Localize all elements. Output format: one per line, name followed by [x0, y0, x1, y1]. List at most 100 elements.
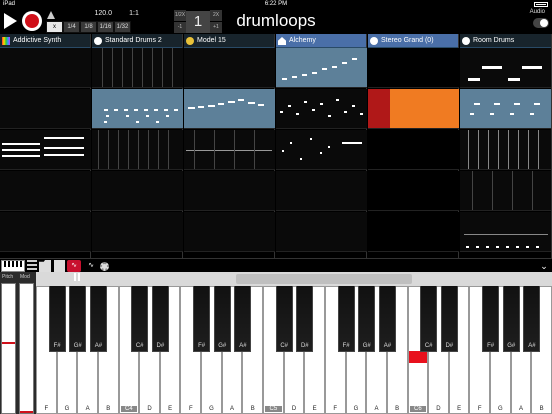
clip-slot[interactable] [460, 212, 551, 252]
keyboard-scroll-strip[interactable] [36, 272, 552, 286]
key-label: F# [342, 343, 350, 349]
clip-slot[interactable] [0, 130, 91, 170]
automation-icon[interactable]: ∿ [84, 260, 98, 272]
black-key[interactable]: A# [378, 286, 396, 352]
mixer-icon[interactable] [27, 260, 37, 272]
black-key[interactable]: G# [213, 286, 231, 352]
track-name: Standard Drums 2 [105, 37, 162, 44]
clip-notes [92, 89, 183, 128]
waveform-icon[interactable]: ∿ [67, 260, 81, 272]
key-label: D# [445, 343, 454, 349]
track-header[interactable]: Standard Drums 2 [92, 34, 182, 48]
clip-slot[interactable] [368, 171, 459, 211]
clip-slot[interactable] [276, 171, 367, 211]
clip-slot[interactable] [92, 212, 183, 252]
clip-slot[interactable] [184, 48, 275, 88]
black-key[interactable]: G# [69, 286, 87, 352]
track-grid: Addictive Synth Standard Drums 2 Model 1… [0, 34, 552, 258]
clip-slot[interactable] [460, 48, 551, 88]
clip-slot[interactable] [0, 48, 91, 88]
home-icon [278, 37, 286, 45]
clip-slot[interactable] [460, 130, 551, 170]
black-key[interactable]: A# [89, 286, 107, 352]
black-key[interactable]: F# [48, 286, 66, 352]
black-key[interactable]: A# [523, 286, 541, 352]
black-key[interactable]: C# [420, 286, 438, 352]
pitch-wheel[interactable] [1, 283, 16, 414]
black-key[interactable]: D# [151, 286, 169, 352]
black-key[interactable]: D# [296, 286, 314, 352]
clip-slot[interactable] [276, 212, 367, 252]
clip-slot[interactable] [184, 171, 275, 211]
clip-slot[interactable] [0, 89, 91, 129]
black-key[interactable]: G# [502, 286, 520, 352]
clip-notes [460, 130, 551, 169]
track-header[interactable]: Stereo Grand (0) [368, 34, 458, 48]
track-alchemy: Alchemy [276, 34, 367, 258]
key-label: D [147, 406, 152, 412]
key-label: A# [528, 343, 536, 349]
clip-slot[interactable] [276, 130, 367, 170]
clip-notes [460, 171, 551, 210]
clip-slot[interactable] [0, 171, 91, 211]
pitch-wheel-marker [2, 342, 15, 344]
clip-slot[interactable] [92, 48, 183, 88]
key-label: A# [383, 343, 392, 349]
collapse-icon[interactable]: ⌄ [539, 260, 549, 272]
clip-slot[interactable] [460, 171, 551, 211]
black-key[interactable]: G# [358, 286, 376, 352]
step-sequencer-icon[interactable] [54, 260, 65, 272]
audio-toggle[interactable] [533, 18, 549, 28]
black-key[interactable]: A# [234, 286, 252, 352]
black-key[interactable]: C# [131, 286, 149, 352]
track-name: Room Drums [473, 37, 515, 44]
mod-wheel[interactable] [19, 283, 34, 414]
key-label: A [230, 406, 235, 412]
clip-slot[interactable] [92, 171, 183, 211]
track-header[interactable]: Room Drums [460, 34, 551, 48]
key-label: G [498, 406, 503, 412]
scroll-handle-icon[interactable] [74, 273, 80, 281]
black-key[interactable]: F# [337, 286, 355, 352]
key-label: F# [487, 343, 495, 349]
track-header[interactable]: Model 15 [184, 34, 274, 48]
clip-slot[interactable] [460, 89, 551, 129]
gear-icon[interactable] [100, 262, 109, 271]
key-label: E [168, 406, 173, 412]
clip-slot[interactable] [368, 48, 459, 88]
clip-slot[interactable] [276, 48, 367, 88]
clip-slot[interactable] [276, 89, 367, 129]
clip-slot[interactable] [368, 130, 459, 170]
clip-slot[interactable] [184, 212, 275, 252]
key-label: F [333, 406, 338, 412]
recording-indicator [368, 89, 390, 128]
black-key[interactable]: D# [440, 286, 458, 352]
folder-icon[interactable] [39, 260, 51, 272]
audio-label: Audio [529, 9, 545, 15]
track-header[interactable]: Addictive Synth [0, 34, 90, 48]
clip-slot[interactable] [184, 130, 275, 170]
keyboard-icon[interactable] [1, 260, 25, 272]
clip-slot[interactable] [92, 130, 183, 170]
clip-slot[interactable] [0, 212, 91, 252]
black-key[interactable]: F# [193, 286, 211, 352]
clip-notes [460, 48, 551, 87]
key-label: D# [300, 343, 309, 349]
mod-label: Mod [20, 274, 30, 280]
clip-slot[interactable] [184, 89, 275, 129]
clip-slot[interactable] [368, 212, 459, 252]
clip-notes [460, 212, 551, 251]
clip-slot[interactable] [92, 89, 183, 129]
clip-slot[interactable] [368, 89, 459, 129]
status-bar: iPad 6:22 PM [0, 0, 552, 8]
black-key[interactable]: C# [275, 286, 293, 352]
clip-notes [92, 48, 183, 87]
clip-notes [276, 130, 367, 169]
track-name: Stereo Grand (0) [381, 37, 434, 44]
track-header[interactable]: Alchemy [276, 34, 366, 48]
key-label: D [291, 406, 297, 412]
key-label: F# [53, 343, 61, 349]
black-key[interactable]: F# [482, 286, 500, 352]
keyboard-scroll-thumb[interactable] [236, 274, 412, 284]
key-label: G# [218, 343, 227, 349]
